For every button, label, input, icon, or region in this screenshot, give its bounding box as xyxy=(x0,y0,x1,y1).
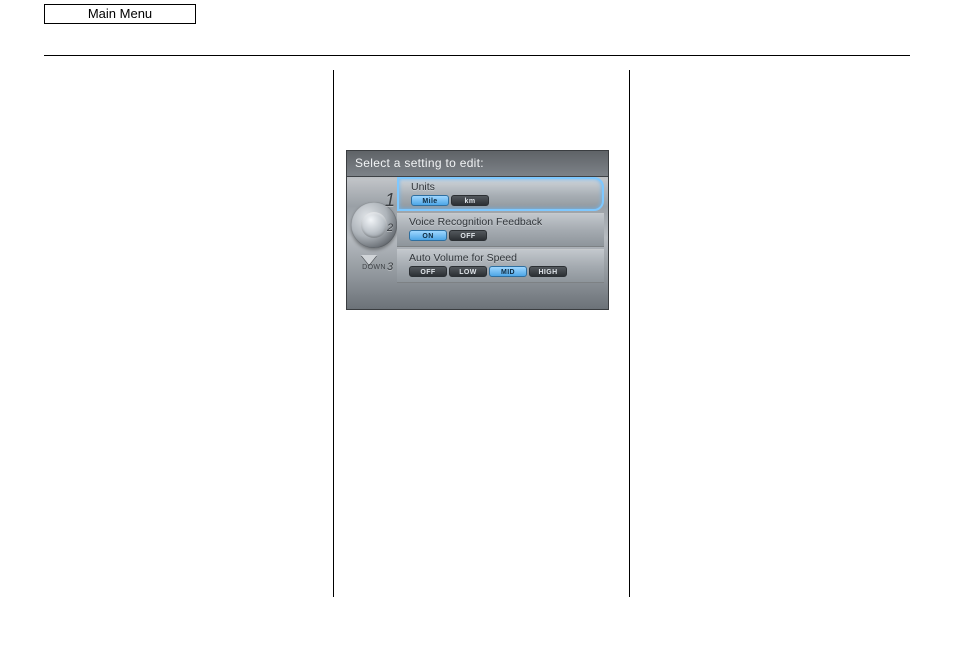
row-number: 2 xyxy=(387,222,393,234)
down-arrow-label: DOWN xyxy=(359,264,389,271)
option-mile[interactable]: Mile xyxy=(411,195,449,206)
column-divider xyxy=(333,70,334,597)
row-number: 3 xyxy=(387,261,393,273)
option-mid[interactable]: MID xyxy=(489,266,527,277)
option-off[interactable]: OFF xyxy=(409,266,447,277)
setting-row-voice-feedback[interactable]: Voice Recognition Feedback ON OFF xyxy=(397,213,604,247)
page: Main Menu Select a setting to edit: DOWN… xyxy=(0,0,954,652)
option-high[interactable]: HIGH xyxy=(529,266,567,277)
row-number: 1 xyxy=(385,190,395,211)
device-title: Select a setting to edit: xyxy=(347,151,608,177)
setting-row-units[interactable]: Units Mile km xyxy=(397,177,604,211)
option-group: OFF LOW MID HIGH xyxy=(409,266,598,277)
setting-label: Auto Volume for Speed xyxy=(409,252,598,265)
option-on[interactable]: ON xyxy=(409,230,447,241)
setting-label: Voice Recognition Feedback xyxy=(409,216,598,229)
option-group: ON OFF xyxy=(409,230,598,241)
option-km[interactable]: km xyxy=(451,195,489,206)
setting-row-auto-volume[interactable]: Auto Volume for Speed OFF LOW MID HIGH xyxy=(397,249,604,283)
main-menu-button[interactable]: Main Menu xyxy=(44,4,196,24)
nav-device-screenshot: Select a setting to edit: DOWN 1 2 3 Uni… xyxy=(346,150,609,310)
column-divider xyxy=(629,70,630,597)
horizontal-rule xyxy=(44,55,910,56)
device-body: DOWN 1 2 3 Units Mile km Voice Recogniti… xyxy=(347,177,608,307)
option-low[interactable]: LOW xyxy=(449,266,487,277)
option-off[interactable]: OFF xyxy=(449,230,487,241)
option-group: Mile km xyxy=(411,195,596,206)
setting-label: Units xyxy=(411,181,596,194)
